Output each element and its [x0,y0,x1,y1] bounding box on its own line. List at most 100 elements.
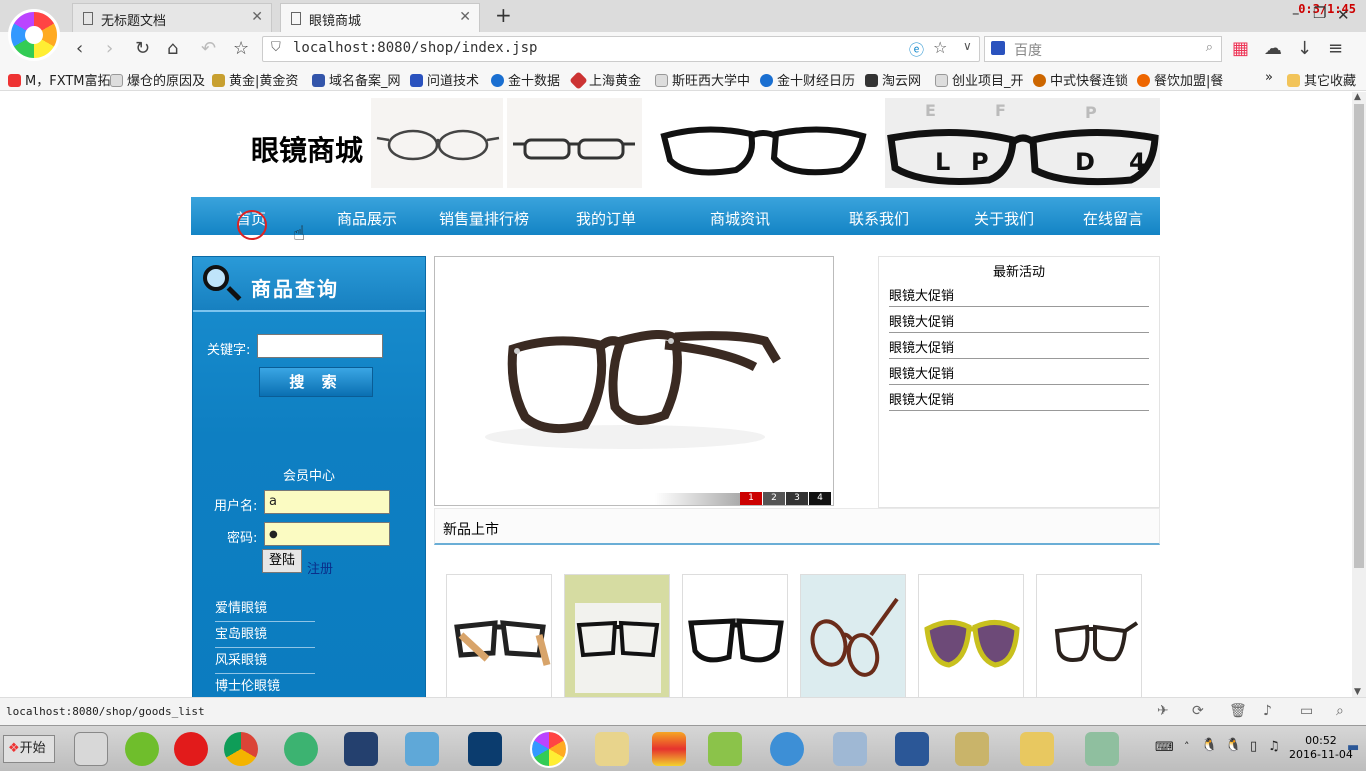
undo-icon[interactable]: ↶ [201,38,216,59]
category-link[interactable]: 爱情眼镜 [215,597,315,622]
bookmark-item[interactable]: 餐饮加盟|餐 [1137,70,1223,89]
desktop-app-icon[interactable] [74,732,108,766]
tab-untitled[interactable]: 无标题文档 ✕ [72,3,272,32]
star-icon[interactable]: ☆ [233,38,249,59]
start-button[interactable]: ❖开始 [3,735,55,763]
cloud-icon[interactable]: ☁ [1264,38,1282,59]
battery-icon[interactable]: ▯ [1250,739,1257,754]
slide-dot-1[interactable]: 1 [740,492,762,505]
nav-message-board[interactable]: 在线留言 [1083,208,1143,229]
product-card[interactable] [1036,574,1142,697]
product-card[interactable] [800,574,906,697]
network-icon[interactable] [833,732,867,766]
category-link[interactable]: 博士伦眼镜 [215,675,315,697]
bookmark-item[interactable]: 域名备案_网 [312,70,401,89]
scroll-down-icon[interactable]: ▼ [1354,687,1361,697]
nav-sales-ranking[interactable]: 销售量排行榜 [439,208,529,229]
close-icon[interactable]: ✕ [459,9,471,25]
register-link[interactable]: 注册 [307,558,333,577]
folder-icon[interactable] [1020,732,1054,766]
nav-about-us[interactable]: 关于我们 [974,208,1034,229]
close-window-icon[interactable]: ✕ [1337,6,1350,24]
scrollbar-thumb[interactable] [1354,104,1364,568]
password-input[interactable]: ● [264,522,390,546]
tray-expand-icon[interactable]: ˄ [1184,740,1190,753]
browser-logo[interactable] [8,9,60,61]
menu-icon[interactable]: ≡ [1328,38,1343,59]
qq-icon[interactable]: 🐧 [1201,738,1217,753]
back-icon[interactable]: ‹ [76,38,83,59]
minimize-icon[interactable]: – [1292,4,1300,22]
bookmark-item[interactable]: 金十数据 [491,70,560,89]
ie-mode-icon[interactable]: ⓔ [909,39,924,60]
browser-taskbar-icon[interactable] [530,730,568,768]
slide-dot-2[interactable]: 2 [763,492,785,505]
bird-app-icon[interactable] [770,732,804,766]
zoom-icon[interactable]: ⌕ [1336,703,1344,719]
s-app-icon[interactable] [344,732,378,766]
bookmark-item[interactable]: 金十财经日历 [760,70,855,89]
bookmark-item[interactable]: 斯旺西大学中 [655,70,750,89]
nav-contact-us[interactable]: 联系我们 [849,208,909,229]
pin-icon[interactable]: ✈ [1157,703,1169,719]
qq-icon[interactable]: 🐧 [1225,738,1241,753]
person-app-icon[interactable] [1085,732,1119,766]
slide-dot-4[interactable]: 4 [809,492,831,505]
username-input[interactable]: a [264,490,390,514]
bookmark-item[interactable]: 爆仓的原因及 [110,70,205,89]
bookmark-item[interactable]: 上海黄金 [569,70,641,90]
iqiyi-icon[interactable] [125,732,159,766]
product-card[interactable] [446,574,552,697]
news-item[interactable]: 眼镜大促销 [889,307,1149,333]
news-item[interactable]: 眼镜大促销 [889,333,1149,359]
category-link[interactable]: 宝岛眼镜 [215,623,315,648]
bookmark-item[interactable]: 中式快餐连锁 [1033,70,1128,89]
more-bookmarks-icon[interactable]: » [1265,70,1273,85]
word-icon[interactable] [895,732,929,766]
keyboard-icon[interactable]: ⌨ [1155,740,1174,755]
tab-shop[interactable]: 眼镜商城 ✕ [280,3,480,32]
tools-icon[interactable] [955,732,989,766]
photoshop-icon[interactable] [468,732,502,766]
search-button[interactable]: 搜 索 [259,367,373,397]
bookmark-item[interactable]: 淘云网 [865,70,921,89]
home-icon[interactable]: ⌂ [167,38,178,59]
trash-icon[interactable]: 🗑 [1229,703,1247,719]
chevron-down-icon[interactable]: ∨ [963,39,972,53]
news-item[interactable]: 眼镜大促销 [889,385,1149,411]
product-card[interactable] [918,574,1024,697]
news-item[interactable]: 眼镜大促销 [889,359,1149,385]
close-icon[interactable]: ✕ [251,9,263,25]
apps-icon[interactable]: ▦ [1232,38,1249,59]
tray-clock[interactable]: 00:52 2016-11-04 [1289,734,1353,762]
nav-shop-news[interactable]: 商城资讯 [710,208,770,229]
window-icon[interactable]: ▭ [1300,703,1313,719]
download-icon[interactable]: ↓ [1297,38,1312,59]
maximize-icon[interactable]: ❐ [1313,4,1326,22]
speaker-icon[interactable]: ♪ [1263,703,1272,719]
file-transfer-icon[interactable] [405,732,439,766]
scroll-up-icon[interactable]: ▲ [1354,92,1361,102]
page-scrollbar[interactable]: ▲ ▼ [1352,92,1366,697]
keyword-input[interactable] [257,334,383,358]
search-icon[interactable]: ⌕ [1206,40,1213,55]
product-card[interactable] [682,574,788,697]
bookmark-item[interactable]: 创业项目_开 [935,70,1024,89]
category-link[interactable]: 风采眼镜 [215,649,315,674]
nav-my-orders[interactable]: 我的订单 [576,208,636,229]
refresh-circle-icon[interactable]: ⟳ [1192,703,1204,719]
forward-icon[interactable]: › [106,38,113,59]
chrome-icon[interactable] [224,732,258,766]
nav-products[interactable]: 商品展示 [337,208,397,229]
volume-icon[interactable]: ♫ [1268,739,1280,754]
android-icon[interactable] [708,732,742,766]
show-desktop-icon[interactable]: ▬ [1347,740,1359,755]
url-text[interactable]: localhost:8080/shop/index.jsp [293,40,537,56]
opera-icon[interactable] [174,732,208,766]
other-bookmarks[interactable]: 其它收藏 [1287,70,1356,89]
login-button[interactable]: 登陆 [262,549,302,573]
bookmark-star-icon[interactable]: ☆ [933,38,947,57]
green-globe-icon[interactable] [284,732,318,766]
bookmark-item[interactable]: 黄金|黄金资 [212,70,298,89]
bookmark-item[interactable]: M，FXTM富拓 [8,70,111,89]
